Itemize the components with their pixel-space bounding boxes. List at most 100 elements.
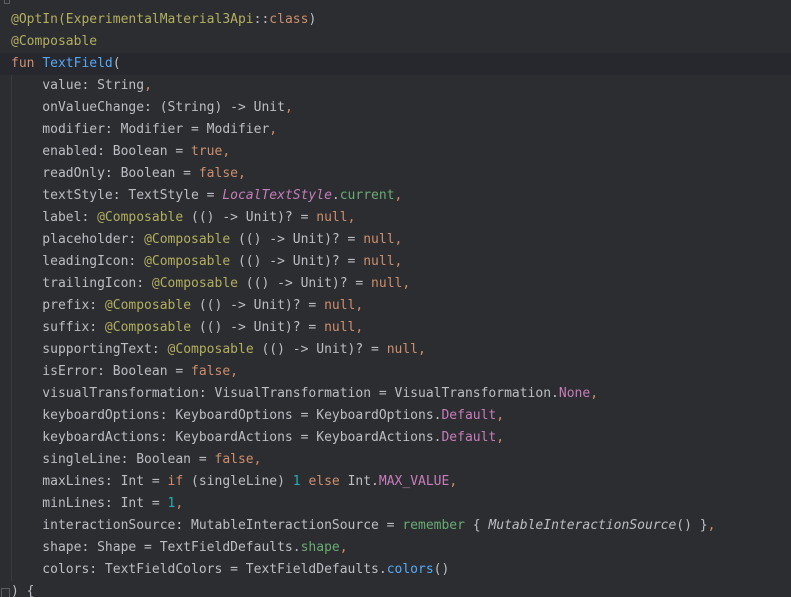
indent-guide [11,427,12,449]
code-token: shape: Shape = TextFieldDefaults. [11,540,301,555]
code-token: , [402,276,411,291]
code-token: ) { [11,584,35,597]
indent-guide [11,75,12,97]
code-token: class [269,12,309,27]
code-token: @OptIn( [11,12,66,27]
code-line[interactable]: modifier: Modifier = Modifier, [0,119,791,141]
code-token: , [355,298,364,313]
code-token: label: [11,210,98,225]
code-token: else [308,474,340,489]
code-line[interactable]: singleLine: Boolean = false, [0,449,791,471]
fold-marker-icon[interactable] [4,0,10,4]
code-line[interactable]: minLines: Int = 1, [0,493,791,515]
code-line[interactable]: interactionSource: MutableInteractionSou… [0,515,791,537]
code-token: current [339,188,395,203]
code-line[interactable]: textStyle: TextStyle = LocalTextStyle.cu… [0,185,791,207]
code-line[interactable]: ) { [0,581,791,597]
code-token: , [284,100,293,115]
code-token: fun [11,56,43,71]
code-line[interactable]: suffix: @Composable (() -> Unit)? = null… [0,317,791,339]
indent-guide [11,229,12,251]
code-token: , [394,254,403,269]
code-token: Default [441,430,497,445]
code-token: modifier: Modifier = Modifier [11,122,270,137]
code-token: , [394,232,403,247]
code-token: colors: TextFieldColors = TextFieldDefau… [11,562,387,577]
code-token: , [339,540,348,555]
code-line[interactable]: shape: Shape = TextFieldDefaults.shape, [0,537,791,559]
code-line[interactable]: @OptIn(ExperimentalMaterial3Api::class) [0,9,791,31]
code-line[interactable]: value: String, [0,75,791,97]
indent-guide [11,383,12,405]
indent-guide [11,97,12,119]
code-line[interactable]: supportingText: @Composable (() -> Unit)… [0,339,791,361]
code-line[interactable]: label: @Composable (() -> Unit)? = null, [0,207,791,229]
code-token: null [363,254,395,269]
code-line[interactable]: keyboardOptions: KeyboardOptions = Keybo… [0,405,791,427]
code-token: ( [112,56,121,71]
code-line[interactable]: trailingIcon: @Composable (() -> Unit)? … [0,273,791,295]
code-token: TextField [42,56,113,71]
code-line[interactable]: prefix: @Composable (() -> Unit)? = null… [0,295,791,317]
code-token: , [144,78,152,93]
code-line[interactable]: fun TextField( [0,53,791,75]
indent-guide [11,471,12,493]
code-token: minLines: Int = [11,496,168,511]
indent-guide [11,119,12,141]
code-token: Int. [339,474,379,489]
code-token: false [191,364,231,379]
code-line[interactable]: onValueChange: (String) -> Unit, [0,97,791,119]
code-token: trailingIcon: [11,276,152,291]
code-token: (() -> Unit)? = [230,232,364,247]
code-token: (() -> Unit)? = [191,320,325,335]
code-token: (() -> Unit)? = [191,298,325,313]
indent-guide [11,185,12,207]
code-token: () } [676,518,708,533]
code-token: keyboardOptions: KeyboardOptions = Keybo… [11,408,442,423]
code-line[interactable]: colors: TextFieldColors = TextFieldDefau… [0,559,791,581]
indent-guide [11,361,12,383]
code-token: () [433,562,450,577]
code-token: @Composable [167,342,254,357]
code-token: LocalTextStyle [222,188,332,203]
code-line[interactable]: maxLines: Int = if (singleLine) 1 else I… [0,471,791,493]
code-token: (() -> Unit)? = [237,276,372,291]
code-line[interactable]: visualTransformation: VisualTransformati… [0,383,791,405]
indent-guide [11,405,12,427]
code-line[interactable]: enabled: Boolean = true, [0,141,791,163]
code-token: null [316,210,348,225]
indent-guide [11,537,12,559]
code-token: enabled: Boolean = [11,144,192,159]
code-editor[interactable]: @OptIn(ExperimentalMaterial3Api::class) @… [0,0,791,597]
code-token: (() -> Unit)? = [230,254,364,269]
indent-guide [11,515,12,537]
code-token: , [355,320,364,335]
code-token: null [386,342,419,357]
code-line[interactable]: isError: Boolean = false, [0,361,791,383]
code-token: remember [402,518,465,533]
code-token: maxLines: Int = [11,474,168,489]
code-token: (singleLine) [183,474,293,489]
code-token: @Composable [104,320,192,335]
code-line[interactable]: placeholder: @Composable (() -> Unit)? =… [0,229,791,251]
code-token: (() -> Unit)? = [183,210,317,225]
code-token: textStyle: TextStyle = [11,188,223,203]
code-token: @Composable [144,254,231,269]
code-token: true [191,144,223,159]
code-token: null [363,232,395,247]
code-line[interactable]: readOnly: Boolean = false, [0,163,791,185]
code-token: , [418,342,426,357]
code-line[interactable]: keyboardActions: KeyboardActions = Keybo… [0,427,791,449]
code-token: @Composable [151,276,238,291]
code-token: { [464,518,489,533]
code-token: shape [300,540,340,555]
indent-guide [11,559,12,581]
code-token: @Composable [97,210,184,225]
code-token: MAX_VALUE [378,474,450,489]
code-area[interactable]: @OptIn(ExperimentalMaterial3Api::class) @… [0,9,791,597]
code-token: isError: Boolean = [11,364,192,379]
fold-marker-icon[interactable] [1,588,10,597]
code-line[interactable]: leadingIcon: @Composable (() -> Unit)? =… [0,251,791,273]
code-token: singleLine: Boolean = [11,452,215,467]
code-line[interactable]: @Composable [0,31,791,53]
